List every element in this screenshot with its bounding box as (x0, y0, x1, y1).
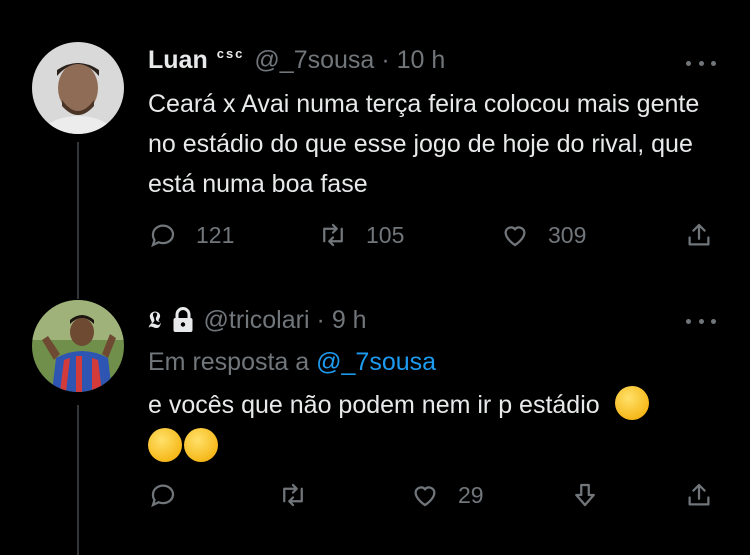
reply-button[interactable]: 121 (148, 220, 234, 250)
like-button[interactable]: 309 (500, 220, 586, 250)
share-icon (688, 223, 710, 246)
name-badge: csc (216, 46, 245, 61)
display-name-glyph: 𝕷 (148, 306, 162, 334)
retweet-icon (323, 223, 343, 247)
more-icon[interactable] (686, 311, 716, 331)
separator: · (381, 46, 390, 74)
timestamp[interactable]: 9 h (332, 306, 367, 335)
handle[interactable]: @tricolari (204, 306, 310, 335)
reply-icon (151, 484, 175, 508)
reply-prefix: Em resposta a (148, 348, 310, 376)
rofl-emoji (614, 386, 649, 421)
reply-button[interactable] (148, 480, 178, 510)
avatar-tricolari[interactable] (32, 300, 124, 392)
tweet-actions: 29 (0, 480, 750, 520)
share-button[interactable] (684, 220, 714, 250)
like-icon (504, 226, 526, 247)
like-count: 309 (548, 221, 587, 248)
tweet-text: Ceará x Avai numa terça feira colocou ma… (148, 90, 700, 198)
tweet-header: 𝕷 @tricolari · 9 h (148, 306, 367, 335)
tweet-text: e vocês que não podem nem ir p estádio (148, 384, 728, 468)
reply-icon (151, 224, 175, 248)
display-name[interactable]: Luan (148, 46, 208, 75)
downvote-icon (575, 483, 595, 507)
separator: · (316, 306, 325, 334)
rofl-emoji (148, 428, 182, 463)
like-count: 29 (458, 481, 484, 508)
display-name[interactable]: 𝕷 (148, 306, 194, 334)
handle[interactable]: @_7sousa (254, 46, 374, 75)
like-icon (414, 486, 436, 507)
more-icon[interactable] (686, 53, 716, 73)
retweet-button[interactable] (278, 480, 308, 510)
tweet-header: Luan csc @_7sousa · 10 h (148, 46, 445, 75)
reply-to-link[interactable]: @_7sousa (316, 348, 436, 376)
tweet-actions: 121 105 309 (0, 220, 750, 260)
timestamp[interactable]: 10 h (397, 46, 446, 75)
share-button[interactable] (684, 480, 714, 510)
downvote-button[interactable] (570, 480, 600, 510)
avatar-luan[interactable] (32, 42, 124, 134)
reply-count: 121 (196, 221, 235, 248)
tweet-text-content: e vocês que não podem nem ir p estádio (148, 391, 600, 419)
lock-icon (173, 307, 193, 332)
tweet-luan[interactable]: Luan csc @_7sousa · 10 h Ceará x Avai nu… (0, 0, 750, 290)
like-button[interactable]: 29 (410, 480, 484, 510)
reply-context: Em resposta a @_7sousa (148, 348, 436, 377)
share-icon (688, 483, 710, 506)
retweet-button[interactable]: 105 (318, 220, 404, 250)
rofl-emoji (184, 428, 218, 463)
retweet-icon (283, 483, 303, 507)
tweet-tricolari[interactable]: 𝕷 @tricolari · 9 h Em resposta a @_7sous… (0, 290, 750, 555)
retweet-count: 105 (366, 221, 405, 248)
